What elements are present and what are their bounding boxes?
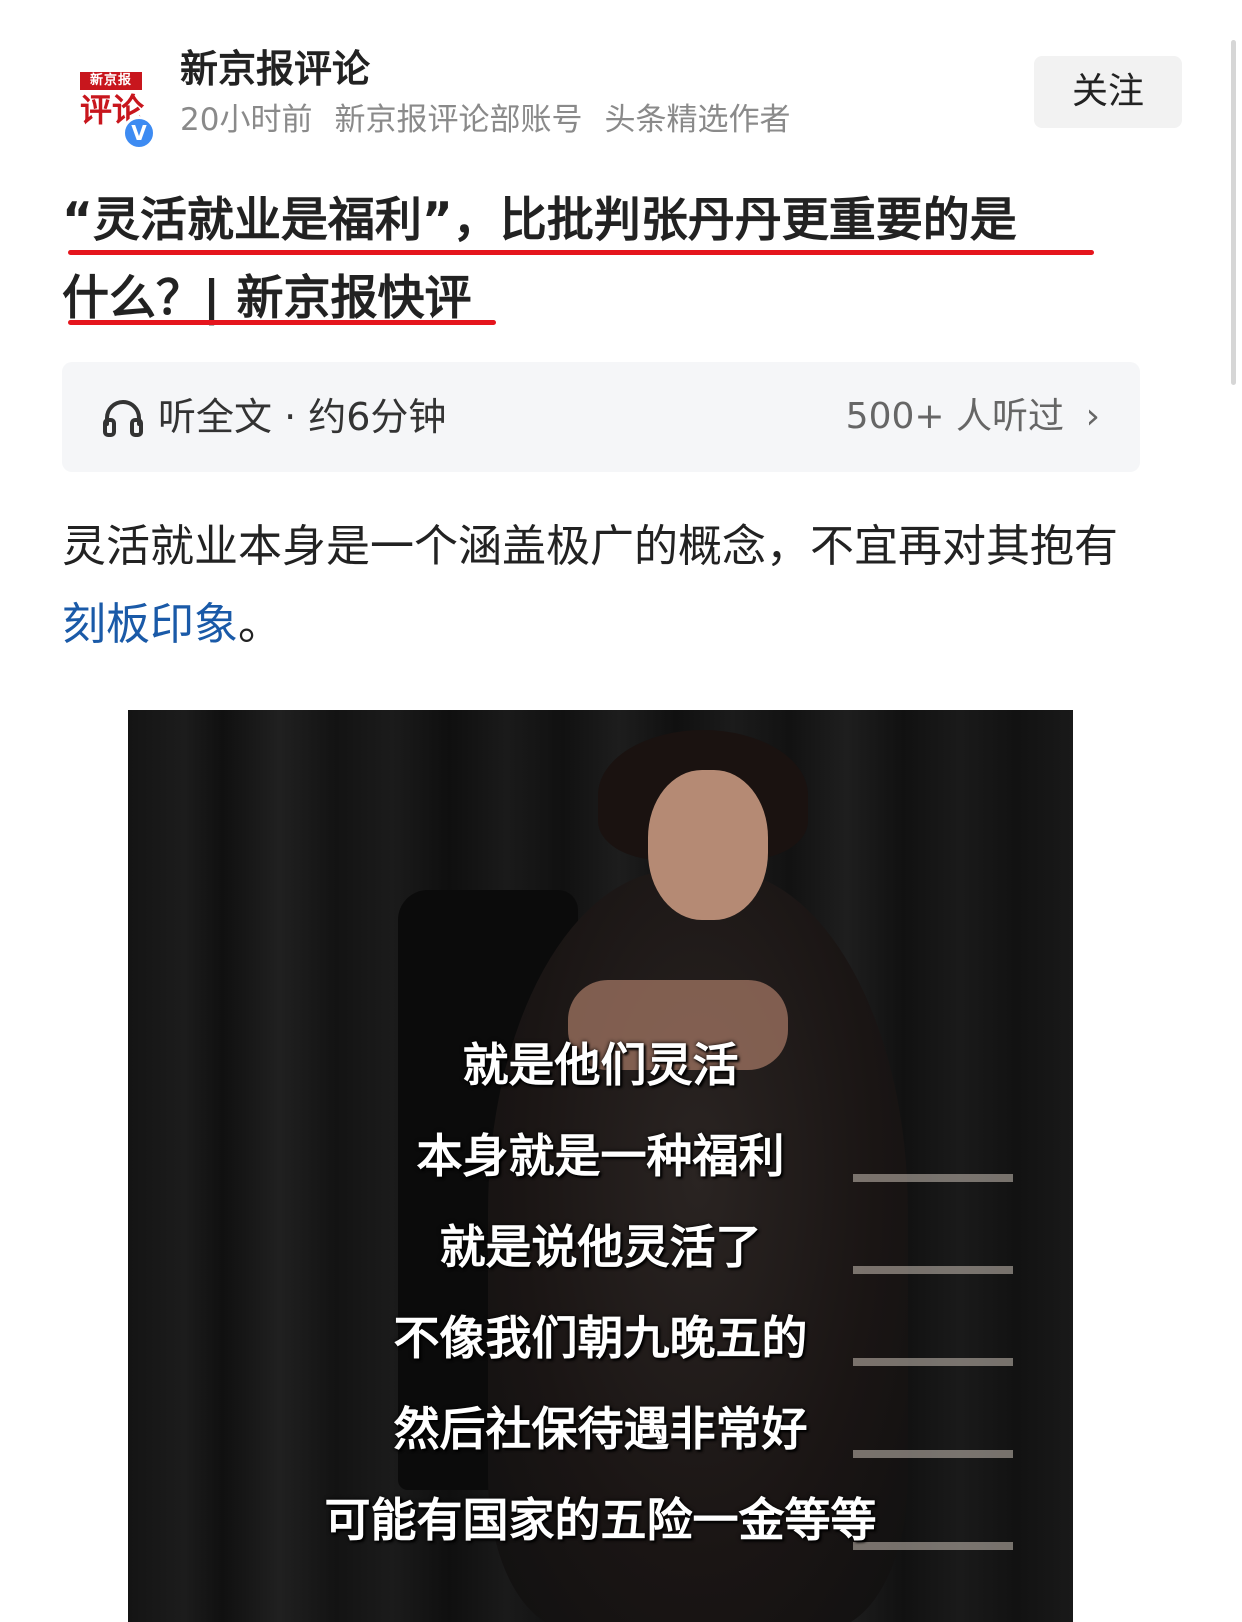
video-subtitles: 就是他们灵活 本身就是一种福利 就是说他灵活了 不像我们朝九晚五的 然后社保待遇… [128,1020,1073,1566]
subtitle-line: 就是他们灵活 [462,1038,739,1092]
logo-top-text: 新京报 [80,72,142,90]
title-underline-1 [68,250,1094,255]
subtitle-line: 不像我们朝九晚五的 [393,1311,808,1365]
subtitle-line: 可能有国家的五险一金等等 [324,1493,877,1547]
chevron-right-icon: › [1085,396,1100,437]
speaker-face [648,770,768,920]
subtitle-line: 然后社保待遇非常好 [393,1402,808,1456]
author-name[interactable]: 新京报评论 [180,46,370,92]
lead-text: 灵活就业本身是一个涵盖极广的概念，不宜再对其抱有 [62,521,1118,572]
author-meta: 20小时前 新京报评论部账号 头条精选作者 [180,100,812,140]
author-header: 新京报 评论 V 新京报评论 20小时前 新京报评论部账号 头条精选作者 关注 [62,40,1182,150]
title-line-1: “灵活就业是福利”，比批判张丹丹更重要的是 [62,193,1017,248]
title-line-2: 什么？| 新京报快评 [62,271,472,326]
lead-end: 。 [238,599,282,650]
account-description: 新京报评论部账号 [334,102,583,138]
video-image[interactable]: 就是他们灵活 本身就是一种福利 就是说他灵活了 不像我们朝九晚五的 然后社保待遇… [128,710,1073,1622]
listen-count: 500+ 人听过 [845,396,1064,437]
lead-paragraph: 灵活就业本身是一个涵盖极广的概念，不宜再对其抱有刻板印象。 [62,508,1152,664]
headphone-icon [103,400,143,437]
verified-badge-icon: V [122,116,156,150]
author-avatar[interactable]: 新京报 评论 V [62,50,158,150]
listen-audio-bar[interactable]: 听全文 · 约6分钟 500+ 人听过 › [62,362,1140,472]
keyword-link[interactable]: 刻板印象 [62,599,238,650]
subtitle-line: 本身就是一种福利 [416,1129,785,1183]
follow-button[interactable]: 关注 [1034,56,1182,128]
title-underline-2 [68,320,496,325]
subtitle-line: 就是说他灵活了 [439,1220,762,1274]
scrollbar[interactable] [1231,40,1236,385]
audio-label: 听全文 · 约6分钟 [158,395,447,439]
publish-time: 20小时前 [180,102,313,138]
article-title: “灵活就业是福利”，比批判张丹丹更重要的是 什么？| 新京报快评 [62,182,1172,338]
author-tag: 头条精选作者 [604,102,791,138]
